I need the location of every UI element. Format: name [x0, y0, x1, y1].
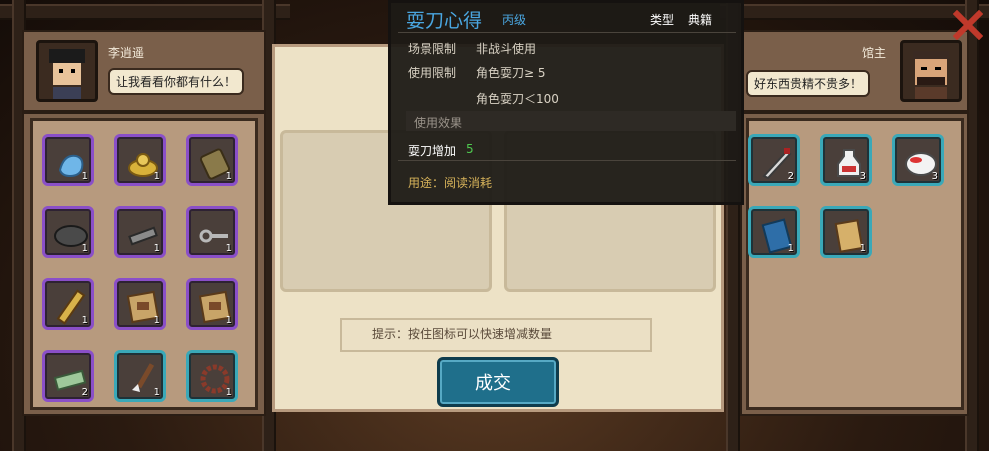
- right-top-beam: [720, 4, 989, 20]
- tooltip-grade: 丙级: [502, 13, 527, 27]
- left-item-slot[interactable]: 1: [42, 134, 94, 186]
- right-item-slot[interactable]: 3: [820, 134, 872, 186]
- tooltip-scene-label: 场景限制: [408, 42, 457, 56]
- item-count: 3: [931, 171, 938, 182]
- tooltip-use-value-1: 角色耍刀≥ 5: [476, 66, 546, 80]
- tooltip-purpose: 用途：阅读消耗: [408, 176, 493, 190]
- item-count: 1: [225, 171, 232, 182]
- right-merchant-avatar: [900, 40, 962, 102]
- item-count: 1: [859, 243, 866, 254]
- item-count: 1: [153, 387, 160, 398]
- left-merchant-name: 李逍遥: [108, 46, 145, 60]
- close-icon[interactable]: [953, 10, 983, 40]
- left-item-slot[interactable]: 1: [186, 134, 238, 186]
- tooltip-type-label: 类型: [650, 13, 675, 27]
- item-count: 1: [81, 315, 88, 326]
- left-item-slot[interactable]: 1: [114, 278, 166, 330]
- tooltip-use-label: 使用限制: [408, 66, 457, 80]
- left-item-slot[interactable]: 1: [114, 206, 166, 258]
- item-count: 1: [81, 243, 88, 254]
- tooltip-use-value-2: 角色耍刀＜100: [476, 92, 559, 106]
- left-item-slot[interactable]: 1: [186, 278, 238, 330]
- left-merchant-avatar: [36, 40, 98, 102]
- right-item-slot[interactable]: 1: [820, 206, 872, 258]
- tooltip-type-value: 典籍: [688, 13, 713, 27]
- tooltip-effect-header: 使用效果: [414, 116, 463, 130]
- left-item-slot[interactable]: 1: [186, 206, 238, 258]
- tooltip-effect-text: 耍刀增加: [408, 144, 457, 158]
- right-item-slot[interactable]: 3: [892, 134, 944, 186]
- item-count: 1: [225, 387, 232, 398]
- tooltip-title: 耍刀心得: [406, 10, 483, 32]
- item-count: 2: [81, 387, 88, 398]
- left-item-slot[interactable]: 1: [114, 350, 166, 402]
- tooltip-divider-1: [398, 32, 736, 33]
- left-item-slot[interactable]: 1: [114, 134, 166, 186]
- right-item-slot[interactable]: 2: [748, 134, 800, 186]
- tooltip-effect-value: 5: [466, 142, 474, 156]
- right-merchant-name: 馆主: [862, 46, 887, 60]
- left-item-slot[interactable]: 1: [186, 350, 238, 402]
- left-top-beam: [0, 4, 290, 20]
- item-count: 1: [153, 171, 160, 182]
- item-count: 1: [153, 243, 160, 254]
- hint-text: 提示：按住图标可以快速增减数量: [372, 327, 553, 341]
- item-count: 1: [81, 171, 88, 182]
- item-count: 1: [787, 243, 794, 254]
- item-count: 3: [859, 171, 866, 182]
- tooltip-scene-value: 非战斗使用: [476, 42, 537, 56]
- item-count: 1: [153, 315, 160, 326]
- left-item-slot[interactable]: 1: [42, 278, 94, 330]
- item-count: 2: [787, 171, 794, 182]
- left-item-slot[interactable]: 2: [42, 350, 94, 402]
- item-count: 1: [225, 243, 232, 254]
- left-item-slot[interactable]: 1: [42, 206, 94, 258]
- item-count: 1: [225, 315, 232, 326]
- tooltip-divider-2: [398, 160, 736, 161]
- right-merchant-speech: 好东西贵精不贵多！: [746, 70, 871, 97]
- right-item-slot[interactable]: 1: [748, 206, 800, 258]
- trade-button-label: 成交: [475, 373, 511, 394]
- left-merchant-speech: 让我看看你都有什么！: [108, 68, 245, 95]
